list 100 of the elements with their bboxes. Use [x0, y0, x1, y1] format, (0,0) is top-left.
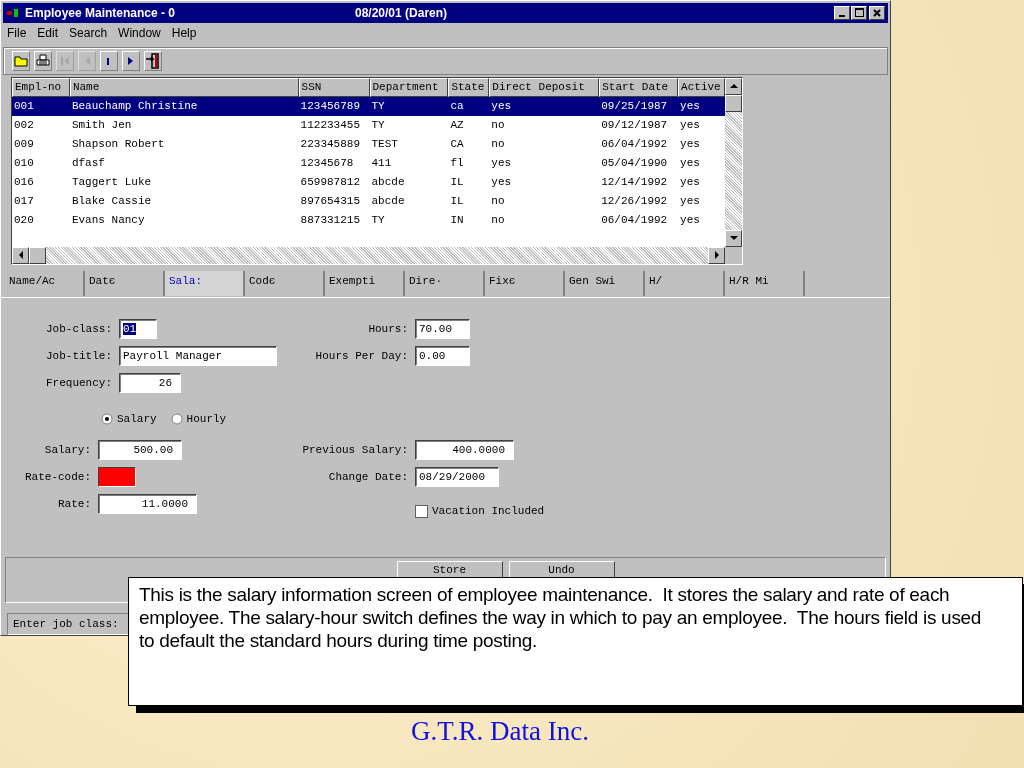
- column-header[interactable]: Name: [69, 77, 299, 97]
- column-header[interactable]: Empl-no: [12, 77, 70, 97]
- column-header[interactable]: State: [448, 77, 490, 97]
- table-cell-text: 06/04/1992: [600, 138, 669, 151]
- table-cell-text: 09/12/1987: [600, 119, 669, 132]
- menu-item[interactable]: Search: [69, 25, 108, 42]
- radio-icon[interactable]: [101, 412, 113, 425]
- first-record-icon: [60, 55, 70, 66]
- table-row[interactable]: 002 Smith Jen 112233455 TY AZ no 09/12/1987 yes: [12, 115, 725, 135]
- table-cell-text: 12345678: [299, 157, 355, 170]
- table-row[interactable]: 010 dfasf 12345678 411 fl yes 05/04/1990 yes: [12, 153, 725, 173]
- vacation-checkbox[interactable]: Vacation Included: [415, 504, 545, 518]
- table-cell-text: TY: [370, 214, 386, 227]
- checkbox-icon[interactable]: [415, 504, 428, 518]
- minimize-button[interactable]: [834, 6, 850, 20]
- radio-option[interactable]: Hourly: [170, 412, 227, 425]
- maximize-icon: [854, 8, 864, 18]
- table-cell-text: yes: [679, 214, 701, 227]
- table-cell-text: Taggert Luke: [70, 176, 153, 189]
- scroll-left-icon[interactable]: [17, 251, 24, 260]
- table-cell-text: fl: [449, 157, 465, 170]
- table-cell-text: TY: [370, 100, 386, 113]
- field-label: Change Date:: [327, 471, 409, 483]
- text-field[interactable]: 01: [119, 319, 157, 339]
- table-cell-text: Smith Jen: [70, 119, 133, 132]
- table-cell-text: yes: [679, 157, 701, 170]
- table-cell-text: 002: [13, 119, 35, 132]
- table-cell-text: Evans Nancy: [70, 214, 146, 227]
- table-cell-text: no: [490, 195, 506, 208]
- table-row[interactable]: 017 Blake Cassie 897654315 abcde IL no 12/26/1992 yes: [12, 191, 725, 211]
- close-icon: [873, 9, 881, 17]
- table-cell-text: TEST: [370, 138, 399, 151]
- table-cell-text: Shapson Robert: [70, 138, 166, 151]
- field-label: Job-class:: [45, 323, 113, 335]
- table-cell-text: 06/04/1992: [600, 214, 669, 227]
- printer-icon: [36, 53, 50, 68]
- maximize-button[interactable]: [851, 6, 867, 20]
- field-label: Previous Salary:: [301, 444, 409, 456]
- toolbar-button[interactable]: [144, 50, 162, 71]
- table-cell-text: no: [490, 214, 506, 227]
- tab[interactable]: Sala:: [165, 270, 245, 296]
- scroll-down-icon[interactable]: [729, 235, 738, 242]
- table-cell-text: yes: [679, 176, 701, 189]
- menu-item[interactable]: File: [7, 25, 27, 42]
- table-row[interactable]: 009 Shapson Robert 223345889 TEST CA no 06/04/1992 yes: [12, 134, 725, 154]
- radio-option[interactable]: Salary: [101, 412, 157, 425]
- table-cell-text: 12/14/1992: [600, 176, 669, 189]
- table-cell-text: yes: [679, 119, 701, 132]
- column-header[interactable]: Start Date: [599, 77, 679, 97]
- text-field[interactable]: 500.00: [98, 440, 182, 460]
- table-cell-text: 897654315: [299, 195, 361, 208]
- table-cell-text: 010: [13, 157, 35, 170]
- scroll-up-icon[interactable]: [729, 83, 738, 90]
- field-label: Frequency:: [45, 377, 113, 389]
- horizontal-scrollbar[interactable]: [12, 246, 725, 264]
- table-cell-text: 411: [370, 157, 393, 170]
- text-field[interactable]: 70.00: [415, 319, 470, 339]
- radio-icon[interactable]: [170, 412, 183, 425]
- table-cell-text: ca: [449, 100, 465, 113]
- date-field[interactable]: 08/29/2000: [415, 467, 499, 487]
- toolbar-button[interactable]: [12, 50, 30, 71]
- menu-item[interactable]: Help: [171, 25, 197, 42]
- field-label: Rate-code:: [24, 471, 92, 483]
- table-cell-text: yes: [679, 138, 701, 151]
- table-cell-text: 001: [13, 100, 35, 113]
- table-row[interactable]: 016 Taggert Luke 659987812 abcde IL yes 12/14/1992 yes: [12, 172, 725, 192]
- close-button[interactable]: [869, 6, 885, 20]
- menu-item[interactable]: Edit: [37, 25, 59, 42]
- text-field[interactable]: Payroll Manager: [119, 346, 277, 366]
- toolbar-button[interactable]: [34, 50, 52, 71]
- rate-code-swatch[interactable]: [98, 467, 136, 487]
- table-cell-text: IL: [449, 176, 465, 189]
- scroll-thumb[interactable]: [29, 246, 46, 264]
- text-field[interactable]: 11.0000: [98, 494, 197, 514]
- table-cell-text: yes: [490, 176, 513, 189]
- table-cell-text: Beauchamp Christine: [70, 100, 199, 113]
- text-field[interactable]: 0.00: [415, 346, 470, 366]
- table-cell-text: 123456789: [299, 100, 361, 113]
- field-label: Salary:: [43, 444, 92, 456]
- vertical-scrollbar[interactable]: [725, 77, 742, 264]
- menu-item[interactable]: Window: [118, 25, 161, 42]
- column-header[interactable]: Department: [369, 77, 449, 97]
- table-cell-text: dfasf: [70, 157, 106, 170]
- column-header[interactable]: Direct Deposit: [489, 77, 600, 97]
- scroll-right-icon[interactable]: [713, 251, 720, 260]
- table-cell-text: abcde: [370, 176, 406, 189]
- column-header[interactable]: Active: [678, 77, 725, 97]
- toolbar-button[interactable]: [122, 50, 140, 71]
- column-header[interactable]: SSN: [298, 77, 370, 97]
- toolbar-button[interactable]: [100, 50, 118, 71]
- table-cell-text: 112233455: [299, 119, 361, 132]
- text-field[interactable]: 26: [119, 373, 181, 393]
- window-title: Employee Maintenance - 0: [25, 6, 177, 20]
- table-cell-text: 009: [13, 138, 35, 151]
- table-cell-text: no: [490, 138, 506, 151]
- table-row[interactable]: 020 Evans Nancy 887331215 TY IN no 06/04/1992 yes: [12, 210, 725, 230]
- table-cell-text: 223345889: [299, 138, 361, 151]
- table-cell-text: TY: [370, 119, 386, 132]
- text-field[interactable]: 400.0000: [415, 440, 514, 460]
- app-icon: [7, 8, 19, 18]
